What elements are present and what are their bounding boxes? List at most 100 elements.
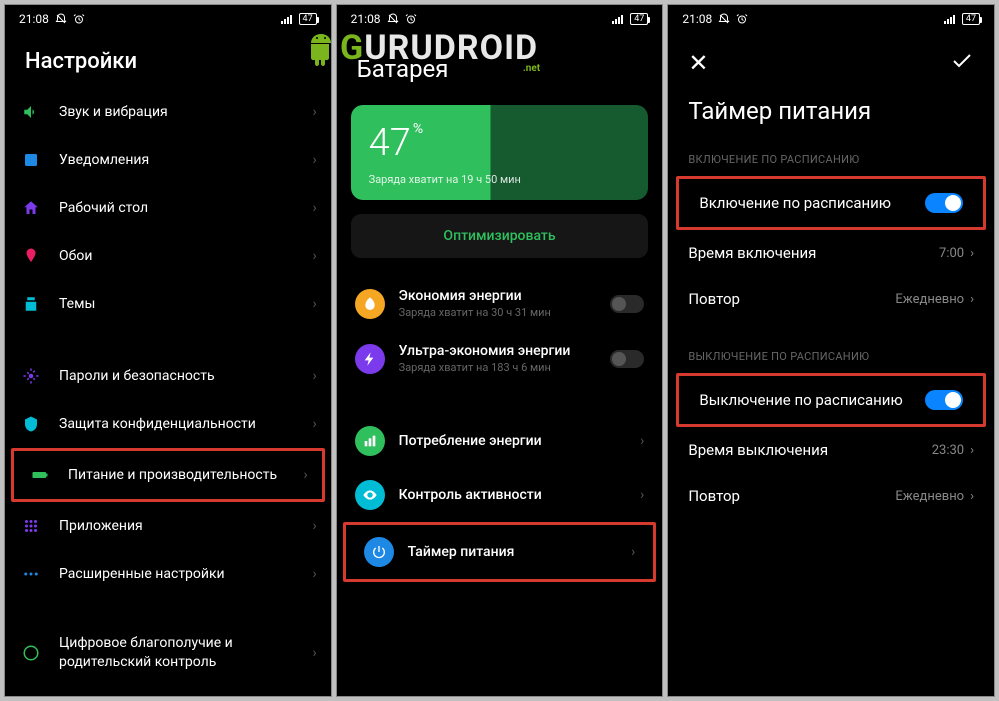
battery-card[interactable]: 47% Заряда хватит на 19 ч 50 мин	[351, 105, 649, 200]
highlight-box: Питание и производительность	[11, 448, 325, 502]
highlight-box: Выключение по расписанию	[676, 373, 986, 427]
item-label: Цифровое благополучие и родительский кон…	[59, 634, 304, 672]
toggle-label: Включение по расписанию	[699, 194, 891, 212]
alarm-icon	[405, 13, 417, 25]
section-on-label: ВКЛЮЧЕНИЕ ПО РАСПИСАНИЮ	[668, 139, 994, 176]
schedule-on-toggle-row[interactable]: Включение по расписанию	[679, 179, 983, 227]
alarm-icon	[73, 13, 85, 25]
screen-settings: 21:08 47 Настройки Звук и вибрация Уведо…	[4, 4, 332, 697]
chevron-right-icon	[303, 467, 307, 483]
signal-icon	[612, 14, 626, 24]
status-time: 21:08	[19, 12, 49, 26]
battery-estimate: Заряда хватит на 19 ч 50 мин	[369, 173, 631, 186]
highlight-box: Включение по расписанию	[676, 176, 986, 230]
screen-power-timer: 21:08 47 ✕ Таймер питания ВКЛЮЧЕНИЕ ПО Р…	[667, 4, 995, 697]
item-label: Темы	[59, 295, 304, 314]
item-title: Таймер питания	[408, 544, 631, 560]
leaf-icon	[355, 289, 385, 319]
toggle-label: Выключение по расписанию	[699, 391, 902, 409]
settings-item[interactable]: Цифровое благополучие и родительский кон…	[5, 622, 331, 684]
dnd-icon	[55, 13, 67, 25]
status-bar: 21:08 47	[5, 5, 331, 31]
item-subtitle: Заряда хватит на 183 ч 6 мин	[399, 361, 611, 374]
battery-indicator: 47	[299, 13, 317, 25]
power-saver-item[interactable]: Ультра-экономия энергииЗаряда хватит на …	[337, 331, 663, 386]
on-repeat-row[interactable]: Повтор Ежедневно	[668, 276, 994, 322]
sound-icon	[19, 100, 43, 124]
schedule-off-toggle-row[interactable]: Выключение по расписанию	[679, 376, 983, 424]
battery-link-item[interactable]: Таймер питания	[346, 525, 654, 579]
chevron-right-icon	[312, 200, 316, 216]
confirm-icon[interactable]	[950, 49, 974, 77]
settings-item[interactable]: Рабочий стол	[5, 184, 331, 232]
chevron-right-icon	[312, 368, 316, 384]
off-time-row[interactable]: Время выключения 23:30	[668, 427, 994, 473]
apps-icon	[19, 514, 43, 538]
section-off-label: ВЫКЛЮЧЕНИЕ ПО РАСПИСАНИЮ	[668, 322, 994, 373]
status-bar: 21:08 47	[337, 5, 663, 31]
status-time: 21:08	[351, 12, 381, 26]
battery-link-item[interactable]: Контроль активности	[337, 468, 663, 522]
battery-indicator: 47	[962, 13, 980, 25]
battery-link-item[interactable]: Потребление энергии	[337, 414, 663, 468]
themes-icon	[19, 292, 43, 316]
optimize-button[interactable]: Оптимизировать	[351, 214, 649, 258]
battery-icon	[28, 463, 52, 487]
settings-item[interactable]: Уведомления	[5, 136, 331, 184]
settings-item[interactable]: Пароли и безопасность	[5, 352, 331, 400]
off-repeat-row[interactable]: Повтор Ежедневно	[668, 473, 994, 519]
on-time-row[interactable]: Время включения 7:00	[668, 230, 994, 276]
close-icon[interactable]: ✕	[688, 49, 708, 77]
settings-item[interactable]: Защита конфиденциальности	[5, 400, 331, 448]
bolt-icon	[355, 344, 385, 374]
toggle-on-icon[interactable]	[925, 193, 963, 213]
chevron-right-icon	[970, 489, 974, 504]
privacy-icon	[19, 412, 43, 436]
battery-percent: 47	[369, 121, 411, 165]
dnd-icon	[718, 13, 730, 25]
settings-item[interactable]: Обои	[5, 232, 331, 280]
chevron-right-icon	[631, 544, 635, 560]
alarm-icon	[736, 13, 748, 25]
chevron-right-icon	[312, 152, 316, 168]
item-subtitle: Заряда хватит на 30 ч 31 мин	[399, 306, 611, 319]
item-label: Обои	[59, 247, 304, 266]
settings-item[interactable]: Темы	[5, 280, 331, 328]
chevron-right-icon	[970, 443, 974, 458]
settings-item[interactable]: Звук и вибрация	[5, 88, 331, 136]
wallpaper-icon	[19, 244, 43, 268]
toggle-on-icon[interactable]	[925, 390, 963, 410]
toggle-off-icon[interactable]	[610, 295, 644, 313]
status-time: 21:08	[682, 12, 712, 26]
item-label: Звук и вибрация	[59, 103, 304, 122]
chevron-right-icon	[640, 487, 644, 503]
security-icon	[19, 364, 43, 388]
settings-item[interactable]: Расширенные настройки	[5, 550, 331, 598]
chevron-right-icon	[312, 645, 316, 661]
eye-icon	[355, 480, 385, 510]
notif-icon	[19, 148, 43, 172]
settings-item[interactable]: Питание и производительность	[14, 451, 322, 499]
signal-icon	[944, 14, 958, 24]
power-saver-item[interactable]: Экономия энергииЗаряда хватит на 30 ч 31…	[337, 276, 663, 331]
chevron-right-icon	[312, 518, 316, 534]
item-title: Потребление энергии	[399, 433, 640, 449]
power-icon	[364, 537, 394, 567]
settings-item[interactable]: Приложения	[5, 502, 331, 550]
chart-icon	[355, 426, 385, 456]
chevron-right-icon	[640, 433, 644, 449]
item-label: Питание и производительность	[68, 466, 295, 485]
highlight-box: Таймер питания	[343, 522, 657, 582]
item-label: Защита конфиденциальности	[59, 415, 304, 434]
more-icon	[19, 562, 43, 586]
chevron-right-icon	[312, 104, 316, 120]
status-bar: 21:08 47	[668, 5, 994, 31]
home-icon	[19, 196, 43, 220]
item-label: Пароли и безопасность	[59, 367, 304, 386]
chevron-right-icon	[312, 416, 316, 432]
page-title: Батарея	[337, 31, 663, 97]
toggle-off-icon[interactable]	[610, 350, 644, 368]
screen-battery: 21:08 47 Батарея 47% Заряда хватит на 19…	[336, 4, 664, 697]
wellbeing-icon	[19, 641, 43, 665]
signal-icon	[281, 14, 295, 24]
